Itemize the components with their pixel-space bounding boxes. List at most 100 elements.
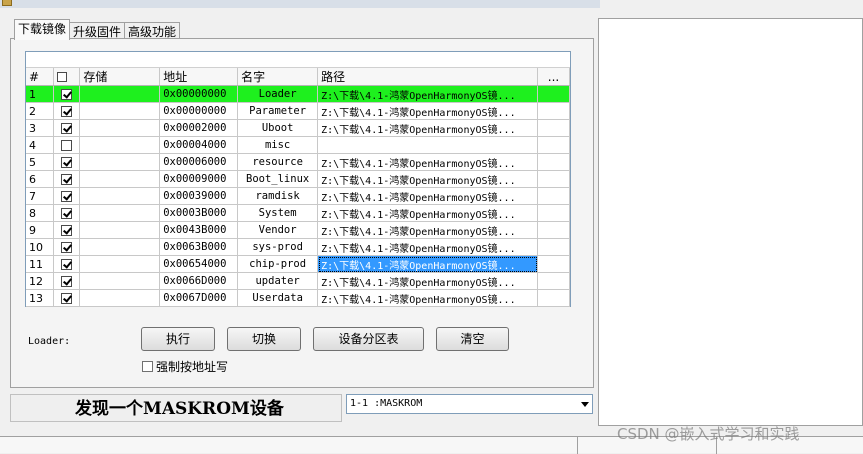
row-storage[interactable] (79, 238, 161, 256)
row-name[interactable]: misc (237, 136, 319, 154)
row-address[interactable]: 0x00654000 (159, 255, 239, 273)
chevron-down-icon[interactable] (581, 402, 589, 407)
table-row[interactable]: 7 0x00039000 ramdisk Z:\下载\4.1-鸿蒙OpenHarmon… (26, 187, 570, 205)
row-index[interactable]: 5 (26, 153, 55, 171)
row-checkbox-cell[interactable] (53, 221, 81, 239)
row-checkbox-cell[interactable] (53, 187, 81, 205)
table-row[interactable]: 12 0x0066D000 updater Z:\下载\4.1-鸿蒙OpenHarmo… (26, 272, 570, 290)
row-path[interactable]: Z:\下载\4.1-鸿蒙OpenHarmonyOS镜... (317, 255, 538, 273)
row-name[interactable]: resource (237, 153, 319, 171)
row-name[interactable]: Boot_linux (237, 170, 319, 188)
row-storage[interactable] (79, 187, 161, 205)
table-row[interactable]: 11 0x00654000 chip-prod Z:\下载\4.1-鸿蒙OpenHar… (26, 255, 570, 273)
row-storage[interactable] (79, 153, 161, 171)
row-storage[interactable] (79, 170, 161, 188)
row-more[interactable] (537, 170, 570, 188)
row-index[interactable]: 12 (26, 272, 55, 290)
row-checkbox-cell[interactable] (53, 170, 81, 188)
row-name[interactable]: Parameter (237, 102, 319, 120)
row-checkbox-cell[interactable] (53, 85, 81, 103)
row-checkbox[interactable] (61, 173, 73, 185)
row-index[interactable]: 13 (26, 289, 55, 307)
row-address[interactable]: 0x00000000 (159, 85, 239, 103)
table-row[interactable]: 5 0x00006000 resource Z:\下载\4.1-鸿蒙OpenHarmo… (26, 153, 570, 171)
row-checkbox[interactable] (61, 105, 73, 117)
row-checkbox-cell[interactable] (53, 136, 81, 154)
row-storage[interactable] (79, 289, 161, 307)
row-checkbox-cell[interactable] (53, 272, 81, 290)
row-name[interactable]: sys-prod (237, 238, 319, 256)
row-checkbox-cell[interactable] (53, 238, 81, 256)
row-path[interactable]: Z:\下载\4.1-鸿蒙OpenHarmonyOS镜... (317, 272, 538, 290)
row-name[interactable]: System (237, 204, 319, 222)
column-header-storage[interactable]: 存储 (79, 68, 161, 86)
row-path[interactable]: Z:\下载\4.1-鸿蒙OpenHarmonyOS镜... (317, 221, 538, 239)
row-path[interactable]: Z:\下载\4.1-鸿蒙OpenHarmonyOS镜... (317, 238, 538, 256)
row-storage[interactable] (79, 119, 161, 137)
table-row[interactable]: 8 0x0003B000 System Z:\下载\4.1-鸿蒙OpenHarmony… (26, 204, 570, 222)
row-name[interactable]: Uboot (237, 119, 319, 137)
row-checkbox[interactable] (61, 139, 73, 151)
switch-button[interactable]: 切换 (227, 327, 301, 351)
row-more[interactable] (537, 85, 570, 103)
row-name[interactable]: Loader (237, 85, 319, 103)
row-more[interactable] (537, 187, 570, 205)
row-checkbox[interactable] (61, 88, 73, 100)
row-address[interactable]: 0x00006000 (159, 153, 239, 171)
table-row[interactable]: 1 0x00000000 Loader Z:\下载\4.1-鸿蒙OpenHarmony… (26, 85, 570, 103)
row-index[interactable]: 8 (26, 204, 55, 222)
row-checkbox[interactable] (61, 224, 73, 236)
row-storage[interactable] (79, 255, 161, 273)
row-address[interactable]: 0x0003B000 (159, 204, 239, 222)
table-row[interactable]: 2 0x00000000 Parameter Z:\下载\4.1-鸿蒙OpenHarm… (26, 102, 570, 120)
row-checkbox[interactable] (61, 190, 73, 202)
row-checkbox[interactable] (61, 156, 73, 168)
clear-button[interactable]: 清空 (436, 327, 509, 351)
row-path[interactable]: Z:\下载\4.1-鸿蒙OpenHarmonyOS镜... (317, 187, 538, 205)
row-address[interactable]: 0x00009000 (159, 170, 239, 188)
row-path[interactable]: Z:\下载\4.1-鸿蒙OpenHarmonyOS镜... (317, 85, 538, 103)
row-name[interactable]: ramdisk (237, 187, 319, 205)
row-storage[interactable] (79, 272, 161, 290)
row-name[interactable]: Userdata (237, 289, 319, 307)
table-row[interactable]: 4 0x00004000 misc (26, 136, 570, 154)
execute-button[interactable]: 执行 (141, 327, 215, 351)
select-all-checkbox[interactable] (57, 72, 68, 82)
row-index[interactable]: 6 (26, 170, 55, 188)
row-checkbox[interactable] (61, 258, 73, 270)
row-address[interactable]: 0x0063B000 (159, 238, 239, 256)
row-more[interactable] (537, 153, 570, 171)
row-storage[interactable] (79, 221, 161, 239)
row-name[interactable]: updater (237, 272, 319, 290)
column-header-address[interactable]: 地址 (159, 68, 239, 86)
row-index[interactable]: 11 (26, 255, 55, 273)
row-index[interactable]: 3 (26, 119, 55, 137)
row-path[interactable]: Z:\下载\4.1-鸿蒙OpenHarmonyOS镜... (317, 204, 538, 222)
force-address-option[interactable]: 强制按地址写 (142, 358, 228, 375)
row-checkbox-cell[interactable] (53, 153, 81, 171)
row-index[interactable]: 1 (26, 85, 55, 103)
row-storage[interactable] (79, 102, 161, 120)
table-row[interactable]: 3 0x00002000 Uboot Z:\下载\4.1-鸿蒙OpenHarmonyO… (26, 119, 570, 137)
row-path[interactable]: Z:\下载\4.1-鸿蒙OpenHarmonyOS镜... (317, 153, 538, 171)
row-more[interactable] (537, 255, 570, 273)
row-storage[interactable] (79, 136, 161, 154)
row-storage[interactable] (79, 204, 161, 222)
tab-download-image[interactable]: 下载镜像 (14, 19, 71, 40)
row-checkbox-cell[interactable] (53, 102, 81, 120)
row-more[interactable] (537, 136, 570, 154)
row-index[interactable]: 10 (26, 238, 55, 256)
row-index[interactable]: 7 (26, 187, 55, 205)
column-header-name[interactable]: 名字 (237, 68, 319, 86)
column-header-more[interactable]: ... (537, 68, 570, 86)
row-address[interactable]: 0x00000000 (159, 102, 239, 120)
column-header-path[interactable]: 路径 (317, 68, 538, 86)
partition-table-button[interactable]: 设备分区表 (313, 327, 424, 351)
row-more[interactable] (537, 238, 570, 256)
column-header-index[interactable]: # (26, 68, 55, 86)
row-index[interactable]: 9 (26, 221, 55, 239)
row-address[interactable]: 0x0067D000 (159, 289, 239, 307)
row-checkbox[interactable] (61, 122, 73, 134)
row-checkbox[interactable] (61, 292, 73, 304)
row-storage[interactable] (79, 85, 161, 103)
